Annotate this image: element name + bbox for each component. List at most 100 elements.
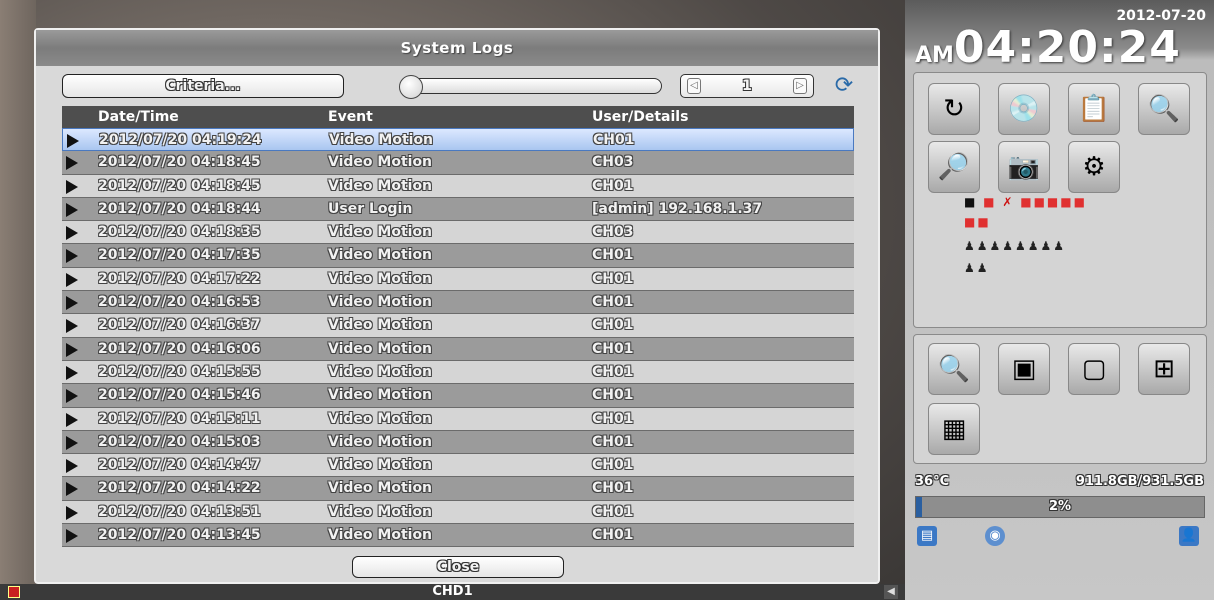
row-details: CH01 xyxy=(592,433,634,450)
page-number[interactable]: 1 xyxy=(711,75,783,97)
disc-icon[interactable]: ◉ xyxy=(985,526,1005,546)
row-datetime: 2012/07/20 04:18:45 xyxy=(98,177,261,194)
play-arrow-icon[interactable] xyxy=(66,389,78,404)
table-row[interactable]: 2012/07/20 04:13:45 Video Motion CH01 xyxy=(62,524,854,548)
play-arrow-icon[interactable] xyxy=(66,202,78,217)
column-header-event[interactable]: Event xyxy=(328,109,373,125)
row-details: CH01 xyxy=(592,387,634,404)
row-datetime: 2012/07/20 04:16:37 xyxy=(98,317,261,334)
play-arrow-icon[interactable] xyxy=(67,134,79,148)
close-button[interactable]: Close xyxy=(352,556,564,578)
zoom-icon[interactable]: 🔍 xyxy=(928,343,980,395)
play-arrow-icon[interactable] xyxy=(66,342,78,357)
table-row[interactable]: 2012/07/20 04:18:45 Video Motion CH03 xyxy=(62,151,854,175)
collapse-panel-icon[interactable]: ◀ xyxy=(884,585,898,599)
row-event: Video Motion xyxy=(328,457,433,474)
table-row[interactable]: 2012/07/20 04:16:37 Video Motion CH01 xyxy=(62,314,854,338)
table-row[interactable]: 2012/07/20 04:18:45 Video Motion CH01 xyxy=(62,174,854,198)
network-icon[interactable]: ▤ xyxy=(917,526,937,546)
settings-gear-icon[interactable]: ⚙ xyxy=(1068,141,1120,193)
play-arrow-icon[interactable] xyxy=(66,435,78,450)
play-arrow-icon[interactable] xyxy=(66,156,78,171)
search-log-icon[interactable]: 🔍 xyxy=(1138,83,1190,135)
table-row[interactable]: 2012/07/20 04:17:35 Video Motion CH01 xyxy=(62,244,854,268)
function-panel: ↻ 💿 📋 🔍 🔎 📷 ⚙ ■ ■ ✗ ■■■■■ ■■ ♟♟♟♟♟♟♟♟ ♟♟ xyxy=(913,72,1207,328)
play-arrow-icon[interactable] xyxy=(66,179,78,194)
table-header: Date/Time Event User/Details xyxy=(62,106,854,128)
criteria-button[interactable]: Criteria... xyxy=(62,74,344,98)
single-layout-icon[interactable]: ▢ xyxy=(1068,343,1120,395)
log-table: Date/Time Event User/Details 2012/07/20 … xyxy=(62,106,854,548)
sensor-icon: ♟♟ xyxy=(964,261,990,275)
refresh-icon[interactable]: ⟳ xyxy=(832,74,856,98)
sensor-icon: ♟♟♟♟♟♟♟♟ xyxy=(964,239,1067,253)
webcam-icon[interactable]: 📷 xyxy=(998,141,1050,193)
channel-status-row-2: ■■ xyxy=(964,215,991,229)
play-arrow-icon[interactable] xyxy=(66,482,78,497)
row-event: Video Motion xyxy=(328,340,433,357)
row-event: Video Motion xyxy=(328,433,433,450)
column-header-details[interactable]: User/Details xyxy=(592,109,688,125)
clock-time: 04:20:24 xyxy=(953,22,1181,73)
page-next-button[interactable]: ▷ xyxy=(793,78,807,94)
page-prev-button[interactable]: ◁ xyxy=(687,78,701,94)
play-arrow-icon[interactable] xyxy=(66,459,78,474)
play-arrow-icon[interactable] xyxy=(66,365,78,380)
row-event: Video Motion xyxy=(328,387,433,404)
nine-grid-layout-icon[interactable]: ▦ xyxy=(928,403,980,455)
slider-knob[interactable] xyxy=(399,75,423,99)
row-details: CH03 xyxy=(592,224,634,241)
table-row[interactable]: 2012/07/20 04:15:55 Video Motion CH01 xyxy=(62,360,854,385)
row-event: Video Motion xyxy=(328,154,433,171)
row-details: CH01 xyxy=(592,457,634,474)
table-row[interactable]: 2012/07/20 04:15:11 Video Motion CH01 xyxy=(62,407,854,431)
row-details: [admin] 192.168.1.37 xyxy=(592,200,763,217)
row-datetime: 2012/07/20 04:13:45 xyxy=(98,527,261,544)
table-row[interactable]: 2012/07/20 04:18:35 Video Motion CH03 xyxy=(62,221,854,245)
play-arrow-icon[interactable] xyxy=(66,412,78,427)
play-arrow-icon[interactable] xyxy=(66,319,78,334)
row-details: CH01 xyxy=(592,340,634,357)
playback-icon[interactable]: ↻ xyxy=(928,83,980,135)
temperature: 36°C xyxy=(915,474,950,489)
table-row[interactable]: 2012/07/20 04:13:51 Video Motion CH01 xyxy=(62,500,854,525)
row-event: Video Motion xyxy=(328,247,433,264)
sensor-status-row-2: ♟♟ xyxy=(964,261,990,275)
table-row[interactable]: 2012/07/20 04:15:03 Video Motion CH01 xyxy=(62,430,854,455)
backup-icon[interactable]: 💿 xyxy=(998,83,1050,135)
row-details: CH01 xyxy=(592,247,634,264)
play-arrow-icon[interactable] xyxy=(66,272,78,287)
table-row[interactable]: 2012/07/20 04:18:44 User Login [admin] 192… xyxy=(62,197,854,222)
row-event: Video Motion xyxy=(329,132,434,148)
table-row[interactable]: 2012/07/20 04:19:24 Video Motion CH01 xyxy=(62,128,854,152)
channel-status-row: ■ ■ ✗ ■■■■■ xyxy=(964,195,1087,209)
play-arrow-icon[interactable] xyxy=(66,505,78,520)
table-row[interactable]: 2012/07/20 04:16:06 Video Motion CH01 xyxy=(62,337,854,361)
quad-layout-icon[interactable]: ⊞ xyxy=(1138,343,1190,395)
pip-layout-icon[interactable]: ▣ xyxy=(998,343,1050,395)
table-row[interactable]: 2012/07/20 04:14:22 Video Motion CH01 xyxy=(62,477,854,501)
sensor-status-row: ♟♟♟♟♟♟♟♟ xyxy=(964,239,1066,253)
camera-search-icon[interactable]: 🔎 xyxy=(928,141,980,193)
row-event: Video Motion xyxy=(328,270,433,287)
row-details: CH01 xyxy=(592,294,634,311)
column-header-datetime[interactable]: Date/Time xyxy=(98,109,179,125)
log-scroll-slider[interactable] xyxy=(399,75,662,99)
table-row[interactable]: 2012/07/20 04:15:46 Video Motion CH01 xyxy=(62,384,854,408)
user-icon[interactable]: 👤 xyxy=(1179,526,1199,546)
table-row[interactable]: 2012/07/20 04:16:53 Video Motion CH01 xyxy=(62,291,854,315)
dialog-title: System Logs xyxy=(36,30,878,66)
table-body: 2012/07/20 04:19:24 Video Motion CH01 2012/… xyxy=(62,128,854,548)
log-icon[interactable]: 📋 xyxy=(1068,83,1120,135)
play-arrow-icon[interactable] xyxy=(66,249,78,264)
row-details: CH01 xyxy=(592,177,634,194)
page-selector: ◁ 1 ▷ xyxy=(680,74,814,98)
play-arrow-icon[interactable] xyxy=(66,529,78,544)
play-arrow-icon[interactable] xyxy=(66,296,78,311)
row-event: Video Motion xyxy=(328,363,433,380)
row-datetime: 2012/07/20 04:17:22 xyxy=(98,270,261,287)
play-arrow-icon[interactable] xyxy=(66,226,78,241)
row-details: CH01 xyxy=(592,527,634,544)
table-row[interactable]: 2012/07/20 04:17:22 Video Motion CH01 xyxy=(62,267,854,292)
table-row[interactable]: 2012/07/20 04:14:47 Video Motion CH01 xyxy=(62,454,854,478)
